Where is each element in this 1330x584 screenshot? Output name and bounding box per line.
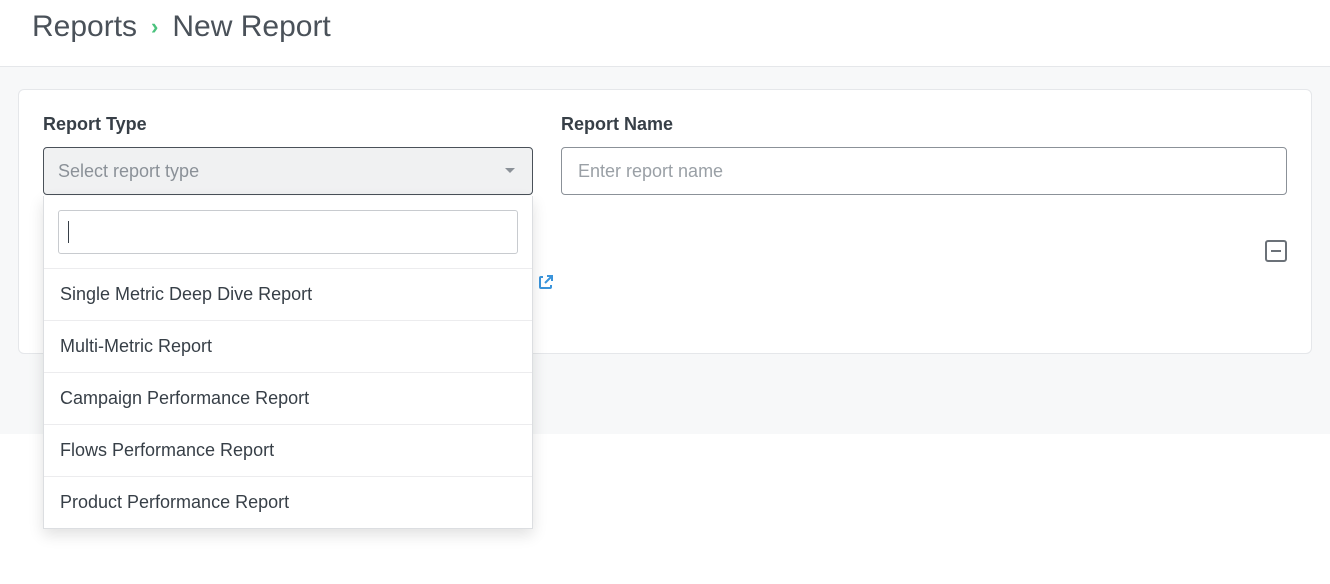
dropdown-search-wrap bbox=[44, 196, 532, 268]
dropdown-option[interactable]: Campaign Performance Report bbox=[44, 372, 532, 424]
breadcrumb: Reports › New Report bbox=[32, 10, 1298, 44]
caret-down-icon bbox=[504, 167, 516, 175]
report-type-field: Report Type Select report type bbox=[43, 114, 533, 195]
breadcrumb-root-link[interactable]: Reports bbox=[32, 10, 137, 44]
chevron-right-icon: › bbox=[151, 14, 158, 40]
report-name-label: Report Name bbox=[561, 114, 1287, 135]
dropdown-option[interactable]: Product Performance Report bbox=[44, 476, 532, 528]
report-type-label: Report Type bbox=[43, 114, 533, 135]
dropdown-option[interactable]: Multi-Metric Report bbox=[44, 320, 532, 372]
dropdown-option[interactable]: Flows Performance Report bbox=[44, 424, 532, 476]
dropdown-option-list: Single Metric Deep Dive Report Multi-Met… bbox=[44, 268, 532, 528]
report-name-field: Report Name bbox=[561, 114, 1287, 195]
page-header: Reports › New Report bbox=[0, 0, 1330, 66]
external-link-icon bbox=[538, 271, 554, 293]
collapse-toggle-button[interactable] bbox=[1265, 240, 1287, 262]
main-content: Report Type Select report type bbox=[0, 66, 1330, 434]
report-type-placeholder: Select report type bbox=[58, 161, 199, 182]
dropdown-option[interactable]: Single Metric Deep Dive Report bbox=[44, 268, 532, 320]
form-row: Report Type Select report type bbox=[43, 114, 1287, 195]
dropdown-search-input[interactable] bbox=[58, 210, 518, 254]
report-name-input[interactable] bbox=[561, 147, 1287, 195]
report-type-dropdown: Single Metric Deep Dive Report Multi-Met… bbox=[43, 196, 533, 529]
minus-icon bbox=[1271, 250, 1281, 252]
breadcrumb-current: New Report bbox=[172, 10, 330, 44]
report-card: Report Type Select report type bbox=[18, 89, 1312, 354]
text-cursor bbox=[68, 221, 69, 243]
report-type-select[interactable]: Select report type Single Metric Dee bbox=[43, 147, 533, 195]
